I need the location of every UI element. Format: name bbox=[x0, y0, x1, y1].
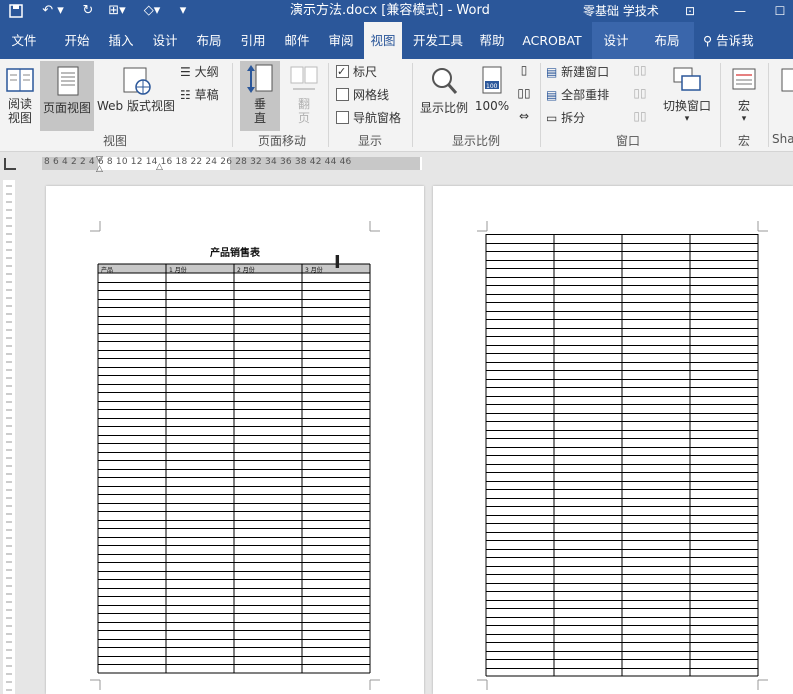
table-header-cell[interactable]: 2 月份 bbox=[237, 265, 255, 274]
table-header-cell[interactable]: 1 月份 bbox=[169, 265, 187, 274]
table-header-cell[interactable]: 3 月份 bbox=[305, 265, 323, 274]
document-canvas bbox=[90, 221, 768, 690]
table-header-cell[interactable]: 产品 bbox=[101, 265, 113, 274]
text-cursor-icon: I bbox=[334, 252, 341, 273]
table-title: 产品销售表 bbox=[210, 248, 260, 259]
